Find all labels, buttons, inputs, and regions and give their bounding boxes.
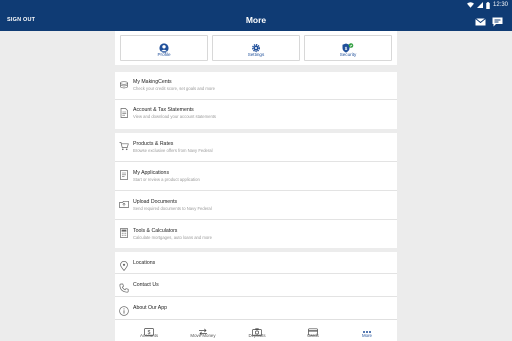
info-icon bbox=[119, 303, 129, 316]
gear-icon bbox=[251, 40, 261, 53]
list-item-subtitle: Send required documents to Navy Federal bbox=[133, 206, 212, 211]
battery-icon bbox=[486, 1, 490, 9]
list-item-subtitle: Check your credit score, set goals and m… bbox=[133, 86, 215, 91]
nav-label: Cards bbox=[307, 333, 319, 338]
cart-icon bbox=[119, 138, 129, 151]
bottom-navigation: $ Accounts Move Money Deposits Cards Mor… bbox=[115, 319, 397, 341]
nav-label: More bbox=[361, 333, 372, 338]
section-support: Locations Contact Us About Our App bbox=[115, 252, 397, 319]
app-bar: SIGN OUT More bbox=[0, 9, 512, 31]
location-pin-icon bbox=[119, 258, 129, 272]
settings-label: Settings bbox=[247, 52, 265, 57]
nav-more[interactable]: More bbox=[339, 320, 395, 341]
nav-accounts[interactable]: $ Accounts bbox=[121, 320, 177, 341]
shield-check-icon: $ bbox=[342, 40, 354, 53]
upload-icon bbox=[119, 196, 129, 208]
list-item-title: My Applications bbox=[133, 170, 170, 176]
nav-move-money[interactable]: Move Money bbox=[175, 320, 231, 341]
nav-cards[interactable]: Cards bbox=[285, 320, 341, 341]
calculator-icon bbox=[119, 225, 129, 238]
more-dots-icon bbox=[362, 323, 372, 333]
person-icon bbox=[159, 40, 169, 53]
settings-tile[interactable]: Settings bbox=[212, 35, 300, 61]
list-item-subtitle: Start or review a product application bbox=[133, 177, 200, 182]
camera-icon bbox=[252, 323, 262, 336]
nav-deposits[interactable]: Deposits bbox=[229, 320, 285, 341]
list-item-title: Locations bbox=[133, 260, 156, 266]
profile-label: Profile bbox=[157, 52, 171, 57]
list-item-title: Tools & Calculators bbox=[133, 228, 178, 234]
profile-tile[interactable]: Profile bbox=[120, 35, 208, 61]
section-financial-tools: My MakingCents Check your credit score, … bbox=[115, 72, 397, 129]
card-icon bbox=[308, 323, 318, 336]
section-products: Products & Rates Browse exclusive offers… bbox=[115, 133, 397, 248]
coins-icon bbox=[119, 77, 129, 89]
list-item-title: Contact Us bbox=[133, 282, 159, 288]
list-item-locations[interactable]: Locations bbox=[115, 252, 397, 274]
mail-icon[interactable] bbox=[475, 14, 486, 26]
list-item-title: About Our App bbox=[133, 305, 168, 311]
phone-icon bbox=[119, 280, 129, 293]
list-item-title: Upload Documents bbox=[133, 199, 178, 205]
security-tile[interactable]: $ Security bbox=[304, 35, 392, 61]
nav-label: Deposits bbox=[248, 333, 266, 338]
list-item-subtitle: Calculate mortgages, auto loans and more bbox=[133, 235, 212, 240]
list-item-about-app[interactable]: About Our App bbox=[115, 297, 397, 319]
list-item-title: My MakingCents bbox=[133, 79, 172, 85]
nav-label: Accounts bbox=[139, 333, 159, 338]
accounts-icon: $ bbox=[144, 323, 154, 336]
list-item-my-applications[interactable]: My Applications Start or review a produc… bbox=[115, 162, 397, 191]
list-item-title: Account & Tax Statements bbox=[133, 107, 194, 113]
document-icon bbox=[119, 105, 129, 118]
list-item-upload-documents[interactable]: Upload Documents Send required documents… bbox=[115, 191, 397, 220]
wifi-icon bbox=[466, 2, 474, 8]
page-title: More bbox=[245, 15, 267, 25]
application-icon bbox=[119, 167, 129, 180]
transfer-icon bbox=[198, 323, 208, 336]
list-item-tools-calculators[interactable]: Tools & Calculators Calculate mortgages,… bbox=[115, 220, 397, 248]
status-time: 12:30 bbox=[492, 2, 508, 8]
list-item-statements[interactable]: Account & Tax Statements View and downlo… bbox=[115, 100, 397, 129]
status-bar: 12:30 bbox=[0, 0, 512, 9]
signal-icon bbox=[476, 2, 483, 8]
list-item-contact-us[interactable]: Contact Us bbox=[115, 274, 397, 297]
nav-label: Move Money bbox=[190, 333, 216, 338]
list-item-my-makingcents[interactable]: My MakingCents Check your credit score, … bbox=[115, 72, 397, 100]
list-item-subtitle: View and download your account statement… bbox=[133, 114, 217, 119]
chat-icon[interactable] bbox=[492, 14, 503, 27]
security-label: Security bbox=[339, 52, 357, 57]
quick-actions-card: Profile Settings $ Security bbox=[115, 31, 397, 65]
list-item-title: Products & Rates bbox=[133, 141, 174, 147]
list-item-subtitle: Browse exclusive offers from Navy Federa… bbox=[133, 148, 213, 153]
list-item-products-rates[interactable]: Products & Rates Browse exclusive offers… bbox=[115, 133, 397, 162]
